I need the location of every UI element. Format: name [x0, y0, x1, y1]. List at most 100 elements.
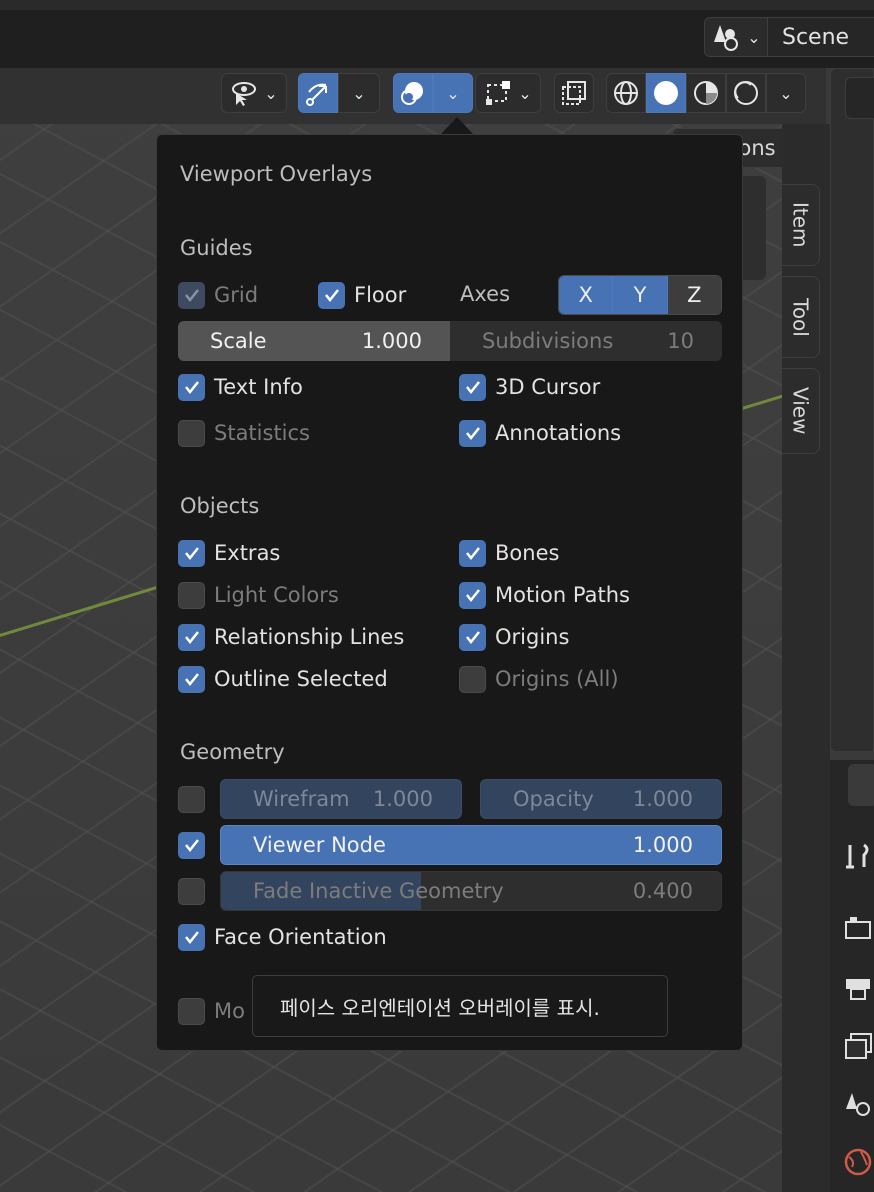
fade-inactive-slider[interactable]: Fade Inactive Geometry 0.400: [220, 871, 722, 911]
gizmo-toggle-button[interactable]: [298, 73, 338, 113]
checkbox-empty-icon: [178, 877, 205, 905]
face-orientation-checkbox[interactable]: Face Orientation: [178, 922, 387, 952]
3d-cursor-checkbox[interactable]: 3D Cursor: [459, 372, 600, 402]
chevron-down-icon: ⌄: [518, 83, 532, 103]
properties-editor-type-icon[interactable]: [848, 764, 874, 806]
extras-label: Extras: [214, 541, 281, 565]
subdivisions-label: Subdivisions: [482, 329, 614, 353]
checkbox-empty-icon: [178, 419, 205, 447]
annotations-checkbox[interactable]: Annotations: [459, 418, 621, 448]
tab-tool-label: Tool: [788, 297, 813, 337]
extras-checkbox[interactable]: Extras: [178, 538, 280, 568]
checkmark-icon: [178, 539, 205, 567]
shading-options-button[interactable]: ⌄: [766, 73, 806, 113]
tab-tool[interactable]: Tool: [782, 276, 820, 358]
shading-solid-button[interactable]: [646, 73, 686, 113]
checkmark-icon: [178, 831, 205, 859]
opacity-label: Opacity: [513, 787, 594, 811]
relationship-lines-label: Relationship Lines: [214, 625, 405, 649]
wireframe-slider[interactable]: Wirefram 1.000: [220, 779, 462, 819]
shading-rendered-button[interactable]: [726, 73, 766, 113]
scale-label: Scale: [210, 329, 267, 353]
checkmark-icon: [459, 419, 486, 447]
scene-selector[interactable]: ⌄ Scene: [704, 17, 874, 57]
mesh-edit-overlays-button[interactable]: ⌄: [475, 73, 541, 113]
floor-label: Floor: [354, 283, 407, 307]
motion-tracking-checkbox[interactable]: Mo: [178, 996, 245, 1026]
relationship-lines-checkbox[interactable]: Relationship Lines: [178, 622, 404, 652]
motion-paths-label: Motion Paths: [495, 583, 630, 607]
annotations-label: Annotations: [495, 421, 622, 445]
world-icon[interactable]: [842, 1146, 874, 1178]
motion-tracking-label: Mo: [214, 999, 245, 1023]
shading-material-button[interactable]: [686, 73, 726, 113]
motion-paths-checkbox[interactable]: Motion Paths: [459, 580, 630, 610]
outline-selected-checkbox[interactable]: Outline Selected: [178, 664, 388, 694]
tool-icon[interactable]: [842, 840, 874, 872]
sidebar-panel-hint: [740, 176, 766, 280]
axis-z-toggle[interactable]: Z: [667, 276, 721, 314]
render-icon[interactable]: [842, 912, 874, 944]
scene-icon[interactable]: [842, 1088, 874, 1120]
checkbox-empty-icon: [178, 581, 205, 609]
3d-cursor-label: 3D Cursor: [495, 375, 601, 399]
gizmo-dropdown-button[interactable]: ⌄: [338, 73, 380, 113]
popup-arrow: [441, 117, 473, 134]
outliner-panel[interactable]: [830, 68, 874, 752]
origins-all-checkbox[interactable]: Origins (All): [459, 664, 619, 694]
geometry-heading: Geometry: [180, 740, 285, 764]
axis-x-toggle[interactable]: X: [559, 276, 614, 314]
fade-inactive-label: Fade Inactive Geometry: [253, 879, 504, 903]
opacity-value: 1.000: [632, 787, 693, 811]
top-bar-edge: [0, 0, 874, 10]
checkmark-icon: [178, 623, 205, 651]
checkbox-empty-icon: [459, 665, 486, 693]
viewer-node-slider[interactable]: Viewer Node 1.000: [220, 825, 722, 865]
checkmark-icon: [178, 281, 205, 309]
xray-toggle-button[interactable]: [554, 73, 594, 113]
checkmark-icon: [459, 539, 486, 567]
statistics-checkbox[interactable]: Statistics: [178, 418, 310, 448]
fade-inactive-checkbox[interactable]: [178, 876, 214, 906]
statistics-label: Statistics: [214, 421, 310, 445]
checkmark-icon: [178, 923, 205, 951]
wireframe-checkbox[interactable]: [178, 784, 214, 814]
tab-item[interactable]: Item: [782, 184, 820, 266]
checkbox-empty-icon: [178, 997, 205, 1025]
scene-data-icon[interactable]: ⌄: [704, 17, 768, 57]
opacity-slider[interactable]: Opacity 1.000: [480, 779, 722, 819]
axis-y-toggle[interactable]: Y: [613, 276, 668, 314]
guides-heading: Guides: [180, 236, 253, 260]
axes-label: Axes: [460, 282, 511, 306]
grid-label: Grid: [214, 283, 259, 307]
scene-name-field[interactable]: Scene: [768, 17, 874, 57]
chevron-down-icon: ⌄: [747, 27, 761, 47]
checkmark-icon: [318, 281, 345, 309]
floor-checkbox[interactable]: Floor: [318, 280, 406, 310]
view-layer-icon[interactable]: [842, 1030, 874, 1062]
overlays-dropdown-button[interactable]: ⌄: [433, 73, 473, 113]
outliner-display-mode-icon[interactable]: [845, 77, 874, 119]
face-orientation-label: Face Orientation: [214, 925, 387, 949]
output-icon[interactable]: [842, 972, 874, 1004]
wireframe-label: Wirefram: [253, 787, 350, 811]
tab-view[interactable]: View: [782, 368, 820, 454]
selectability-visibility-button[interactable]: ⌄: [221, 73, 287, 113]
overlays-toggle-button[interactable]: [393, 73, 433, 113]
scale-slider[interactable]: Scale 1.000: [178, 321, 450, 361]
light-colors-label: Light Colors: [214, 583, 339, 607]
subdivisions-field[interactable]: Subdivisions 10: [450, 321, 722, 361]
outline-selected-label: Outline Selected: [214, 667, 388, 691]
chevron-down-icon: ⌄: [446, 83, 460, 103]
origins-checkbox[interactable]: Origins: [459, 622, 569, 652]
viewer-node-checkbox[interactable]: [178, 830, 214, 860]
tab-view-label: View: [788, 387, 813, 435]
fade-inactive-value: 0.400: [632, 879, 693, 903]
text-info-checkbox[interactable]: Text Info: [178, 372, 303, 402]
grid-checkbox[interactable]: Grid: [178, 280, 258, 310]
origins-label: Origins: [495, 625, 570, 649]
tooltip-text: 페이스 오리엔테이션 오버레이를 표시.: [280, 995, 600, 1020]
light-colors-checkbox[interactable]: Light Colors: [178, 580, 339, 610]
shading-wireframe-button[interactable]: [606, 73, 646, 113]
bones-checkbox[interactable]: Bones: [459, 538, 559, 568]
